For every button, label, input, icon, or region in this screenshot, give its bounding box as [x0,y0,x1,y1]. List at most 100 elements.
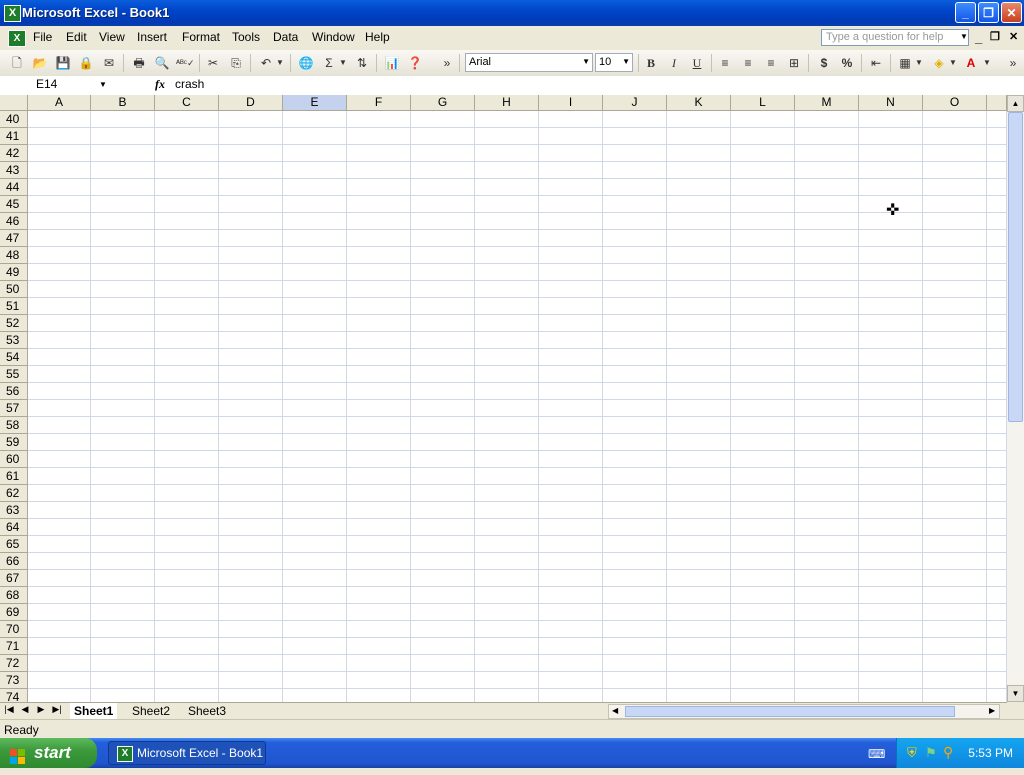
cell[interactable] [28,230,91,247]
cell[interactable] [219,536,283,553]
cell[interactable] [347,400,411,417]
cell[interactable] [539,213,603,230]
cell[interactable] [283,247,347,264]
cell[interactable] [475,400,539,417]
cell[interactable] [219,655,283,672]
cell[interactable] [987,213,1007,230]
cell[interactable] [155,638,219,655]
font-color-dropdown-icon[interactable]: ▼ [982,54,992,72]
cell[interactable] [475,638,539,655]
cell[interactable] [731,434,795,451]
cell[interactable] [987,672,1007,689]
cell[interactable] [219,111,283,128]
sort-ascending-icon[interactable]: ⇅ [353,54,371,72]
cell[interactable] [475,349,539,366]
cell[interactable] [731,264,795,281]
cell[interactable] [155,349,219,366]
menu-help[interactable]: Help [365,30,390,44]
cell[interactable] [91,247,155,264]
cell[interactable] [795,434,859,451]
cell[interactable] [155,315,219,332]
column-header-d[interactable]: D [219,95,283,111]
cell[interactable] [603,689,667,702]
cell[interactable] [539,247,603,264]
cell[interactable] [603,638,667,655]
cell[interactable] [731,468,795,485]
cell[interactable] [155,468,219,485]
cell[interactable] [667,213,731,230]
cell[interactable] [603,383,667,400]
cell[interactable] [667,264,731,281]
cell[interactable] [91,315,155,332]
cell[interactable] [155,604,219,621]
cell[interactable] [347,502,411,519]
cell[interactable] [795,315,859,332]
cell[interactable] [539,570,603,587]
cell[interactable] [91,689,155,702]
cell[interactable] [28,519,91,536]
chart-wizard-icon[interactable]: 📊 [383,54,401,72]
row-header[interactable]: 74 [0,689,28,702]
cell[interactable] [155,502,219,519]
cell[interactable] [603,264,667,281]
security-shield-icon[interactable]: ⛨ [907,745,917,761]
cell[interactable] [475,417,539,434]
cell[interactable] [347,638,411,655]
cell[interactable] [28,638,91,655]
cell[interactable] [91,451,155,468]
cell[interactable] [539,349,603,366]
row-header[interactable]: 70 [0,621,28,638]
cell[interactable] [155,196,219,213]
cell[interactable] [731,451,795,468]
cell[interactable] [475,536,539,553]
cell[interactable] [731,553,795,570]
cell[interactable] [91,179,155,196]
cell[interactable] [987,485,1007,502]
cell[interactable] [795,400,859,417]
cell[interactable] [795,553,859,570]
cell[interactable] [987,502,1007,519]
scroll-down-icon[interactable]: ▼ [1007,685,1024,702]
cell[interactable] [795,383,859,400]
scroll-left-icon[interactable]: ◀ [612,706,618,715]
cell[interactable] [475,196,539,213]
cell[interactable] [411,349,475,366]
cell[interactable] [539,638,603,655]
cell[interactable] [28,655,91,672]
cell[interactable] [155,519,219,536]
cell[interactable] [91,213,155,230]
cell[interactable] [155,332,219,349]
row-header[interactable]: 41 [0,128,28,145]
vertical-scrollbar[interactable]: ▲ ▼ [1007,95,1024,702]
borders-icon[interactable]: ▦ [896,54,914,72]
cell[interactable] [219,485,283,502]
borders-dropdown-icon[interactable]: ▼ [914,54,924,72]
cell[interactable] [795,604,859,621]
cell[interactable] [603,213,667,230]
underline-button[interactable]: U [688,54,706,72]
cell[interactable] [667,162,731,179]
cell[interactable] [795,519,859,536]
cell[interactable] [667,536,731,553]
row-header[interactable]: 47 [0,230,28,247]
cell[interactable] [91,162,155,179]
cell[interactable] [283,502,347,519]
cell[interactable] [219,519,283,536]
cell[interactable] [347,196,411,213]
percent-button[interactable]: % [838,54,856,72]
cell[interactable] [155,587,219,604]
column-header-g[interactable]: G [411,95,475,111]
cell[interactable] [859,536,923,553]
row-header[interactable]: 43 [0,162,28,179]
cell[interactable] [731,689,795,702]
row-header[interactable]: 44 [0,179,28,196]
cell[interactable] [347,604,411,621]
cell[interactable] [347,587,411,604]
cell[interactable] [987,400,1007,417]
cell[interactable] [923,400,987,417]
cell[interactable] [667,366,731,383]
cell[interactable] [28,400,91,417]
cell[interactable] [603,298,667,315]
cell[interactable] [987,332,1007,349]
cell[interactable] [987,451,1007,468]
